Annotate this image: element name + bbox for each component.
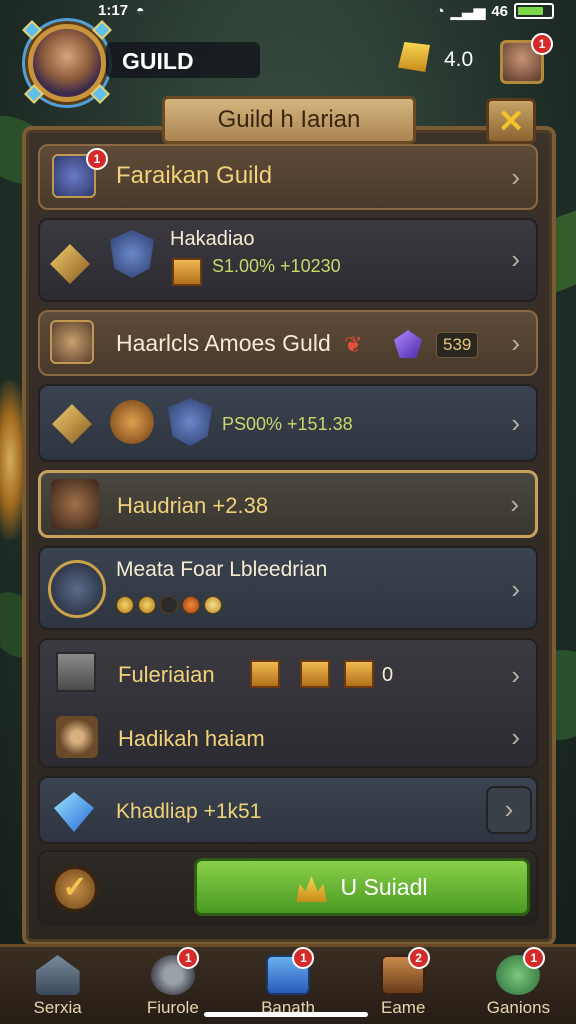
guild-crest-icon: 1 [52, 148, 108, 198]
chevron-right-icon: › [511, 162, 520, 192]
row-label: Fuleriaian [118, 662, 215, 687]
gem-count: 539 [436, 332, 479, 358]
anvil-icon [56, 652, 96, 692]
guild-row[interactable]: Haarlcls Amoes Guld ❦ 539 › [38, 310, 538, 376]
notification-badge: 2 [407, 947, 430, 969]
status-bar: 1:17 ◓ ◔ ▁▃▅ 46 [0, 0, 576, 24]
notification-badge: 1 [531, 33, 553, 55]
gem-icon [90, 84, 110, 104]
wifi-icon: ◓ [136, 2, 145, 18]
guild-action-button[interactable]: U Suiadl [194, 858, 530, 916]
sword-icon [52, 404, 92, 444]
horn-icon [110, 400, 154, 444]
gem-icon [24, 84, 44, 104]
flame-icon [182, 596, 200, 614]
crate-icon [250, 660, 280, 688]
crate-count: 0 [382, 664, 394, 686]
guild-row-selected[interactable]: Haudrian +2.38 › [38, 470, 538, 538]
chevron-right-icon: › [511, 328, 520, 358]
row-label: Faraikan Guild [116, 162, 273, 189]
treasure-icon [172, 258, 202, 286]
profile-button[interactable]: 1 [500, 33, 553, 84]
torch-icon: ❦ [344, 332, 363, 357]
row-label: Haarlcls Amoes Guld [116, 330, 331, 356]
purple-gem-icon [394, 330, 422, 358]
chevron-right-icon: › [511, 574, 520, 604]
row-label: Meata Foar Lbleedrian [116, 558, 328, 581]
shield-icon [168, 398, 212, 446]
shield-icon [110, 230, 154, 278]
guild-label: GUILD [106, 42, 260, 78]
nav-label: Serxia [33, 998, 82, 1017]
row-label: Hakadiao [170, 228, 255, 250]
home-indicator[interactable] [204, 1012, 368, 1017]
coin-icon [116, 596, 134, 614]
wifi-icon: ◔ [435, 2, 445, 20]
coin-icon [138, 596, 156, 614]
panel-title: Guild h Iarian [162, 96, 416, 144]
crown-icon [296, 875, 327, 902]
knight-portrait-icon [50, 320, 94, 364]
helmet-icon [48, 560, 106, 618]
warrior-portrait-icon [51, 479, 99, 529]
chevron-right-icon: › [511, 408, 520, 438]
star-icon [204, 596, 222, 614]
row-label: Hadikah haiam [118, 726, 265, 751]
gold-value: 4.0 [444, 48, 474, 71]
row-label: Khadliap +1k51 [116, 800, 262, 823]
chevron-right-icon[interactable]: › [511, 722, 520, 753]
guild-row[interactable]: 1 Faraikan Guild › [38, 144, 538, 210]
staff-icon [50, 244, 90, 284]
nav-label: Ganions [486, 998, 551, 1017]
notification-badge: 1 [177, 947, 200, 969]
guild-row-group: Fuleriaian 0 › Hadikah haiam › [38, 638, 538, 768]
guild-row[interactable]: Khadliap +1k51 › [38, 776, 538, 844]
row-stat: PS00% +151.38 [222, 414, 353, 434]
crate-icon [344, 660, 374, 688]
notification-badge: 1 [86, 148, 108, 170]
gold-icon [398, 42, 430, 72]
chevron-right-icon[interactable]: › [511, 660, 520, 691]
guild-row[interactable]: Meata Foar Lbleedrian › [38, 546, 538, 630]
action-label: U Suiadl [340, 874, 428, 900]
target-icon [56, 716, 98, 758]
row-stat: S1.00% +10230 [212, 256, 341, 276]
crate-icon [300, 660, 330, 688]
player-avatar[interactable] [22, 20, 112, 104]
close-button[interactable]: ✕ [486, 98, 536, 144]
house-icon [35, 955, 80, 995]
check-icon[interactable]: ✓ [52, 866, 98, 912]
signal-icon: ▁▃▅ [450, 3, 486, 20]
notification-badge: 1 [522, 947, 545, 969]
nav-item-ganions[interactable]: 1 Ganions [461, 947, 576, 1024]
chevron-right-button[interactable]: › [486, 786, 532, 834]
resource-icons [116, 596, 222, 614]
guild-row[interactable]: Hakadiao S1.00% +10230 › [38, 218, 538, 302]
blue-gem-icon [54, 792, 94, 832]
chevron-right-icon: › [511, 244, 520, 274]
status-time: 1:17 [98, 2, 129, 19]
network-label: 46 [491, 2, 508, 20]
nav-item-serxia[interactable]: Serxia [0, 947, 115, 1024]
battery-icon [514, 3, 554, 19]
notification-badge: 1 [292, 947, 315, 969]
bottle-icon [160, 596, 178, 614]
guild-row[interactable]: PS00% +151.38 › [38, 384, 538, 462]
chevron-right-icon: › [510, 489, 519, 519]
row-label: Haudrian +2.38 [117, 493, 269, 518]
